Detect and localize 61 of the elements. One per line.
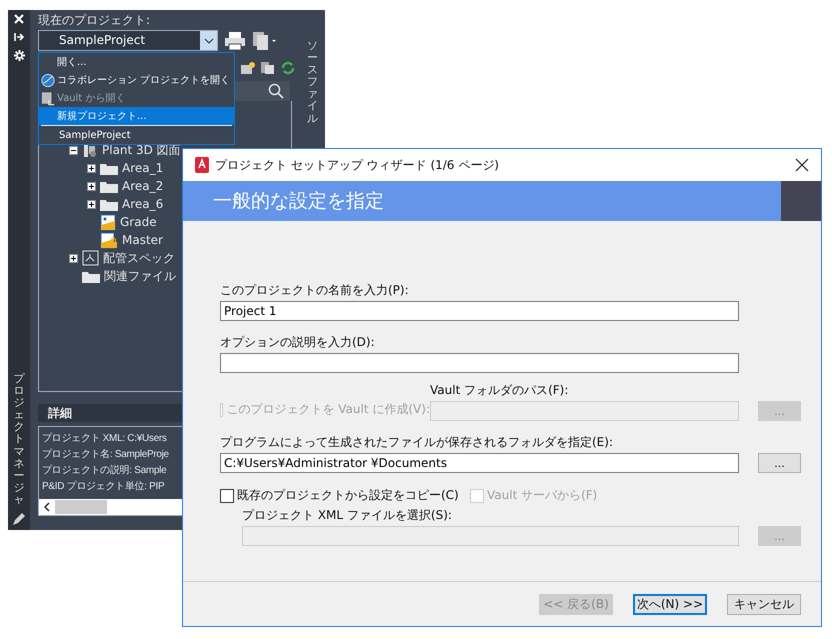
pencil-icon [12, 512, 26, 526]
tree-item[interactable]: Plant 3D 図面 [102, 142, 181, 158]
folder-icon [100, 198, 118, 210]
scroll-left-icon[interactable] [43, 502, 51, 512]
tree-item[interactable]: Area_2 [122, 179, 164, 193]
cancel-button[interactable]: キャンセル [727, 594, 801, 614]
expander-icon[interactable] [87, 182, 96, 190]
spec-icon [82, 250, 99, 266]
expander-icon[interactable] [69, 146, 78, 154]
tree-item[interactable]: Master [122, 233, 163, 247]
vault-icon [41, 90, 55, 106]
refresh-icon[interactable] [280, 61, 296, 75]
details-text: P&ID プロジェクト単位: PIP [42, 480, 164, 494]
banner-title: 一般的な設定を指定 [212, 189, 385, 214]
field-label: プロジェクト XML ファイルを選択(S): [241, 508, 453, 522]
tree-item[interactable]: Area_1 [122, 161, 164, 175]
field-label: プログラムによって生成されたファイルが保存されるフォルダを指定(E): [220, 435, 614, 449]
expander-icon[interactable] [69, 254, 78, 262]
expander-icon[interactable] [87, 200, 96, 208]
details-text: プロジェクト名: SampleProje [42, 448, 169, 462]
chevron-down-icon [204, 38, 214, 44]
next-button[interactable]: 次へ(N) >> [633, 594, 707, 614]
project-dropdown[interactable]: SampleProject [38, 30, 218, 51]
palette-title: プロジェクトマネージャ [14, 372, 24, 506]
browse-button[interactable]: ... [758, 453, 801, 473]
expander-icon[interactable] [87, 164, 96, 172]
menu-item[interactable]: 開く... [39, 53, 234, 71]
field-label: このプロジェクトの名前を入力(P): [220, 283, 410, 297]
input-field[interactable]: C:¥Users¥Administrator ¥Documents [220, 453, 739, 473]
field-label: Vault フォルダのパス(F): [430, 383, 570, 397]
folder-icon [82, 270, 100, 282]
new-drawing-icon[interactable] [240, 61, 256, 75]
input-field[interactable]: Project 1 [220, 301, 739, 321]
folder-icon [100, 162, 118, 174]
tree-item[interactable]: 配管スペック [103, 250, 175, 266]
globe-icon [41, 72, 55, 88]
details-text: プロジェクトの説明: Sample [42, 464, 166, 478]
printer-icon[interactable] [224, 30, 246, 50]
copy-icon[interactable] [252, 30, 278, 50]
locked-drawing-icon [100, 232, 118, 248]
field-label: オプションの説明を入力(D): [220, 335, 376, 349]
close-icon[interactable] [795, 158, 809, 172]
folder-icon [100, 180, 118, 192]
tree-item[interactable]: Grade [120, 215, 157, 229]
menu-item[interactable]: 新規プロジェクト... [39, 107, 234, 125]
menu-item[interactable]: コラボレーション プロジェクトを開く [39, 71, 234, 89]
app-icon [195, 157, 209, 173]
dialog-title: プロジェクト セットアップ ウィザード (1/6 ページ) [215, 156, 500, 174]
search-icon [268, 83, 284, 99]
menu-item[interactable]: SampleProject [41, 125, 232, 144]
tree-item[interactable]: Area_6 [122, 197, 164, 211]
settings-icon[interactable] [14, 50, 24, 61]
tree-item[interactable]: 関連ファイル [104, 268, 176, 284]
autohide-icon[interactable] [14, 32, 24, 42]
details-text: プロジェクト XML: C:¥Users [42, 432, 167, 446]
photo-placeholder [781, 181, 821, 221]
drawing-icon [100, 214, 116, 230]
input-field[interactable] [220, 353, 739, 373]
copy-drawing-icon[interactable] [260, 61, 276, 75]
current-project-label: 現在のプロジェクト: [38, 12, 152, 29]
checkbox[interactable]: 既存のプロジェクトから設定をコピー(C) [220, 487, 470, 504]
